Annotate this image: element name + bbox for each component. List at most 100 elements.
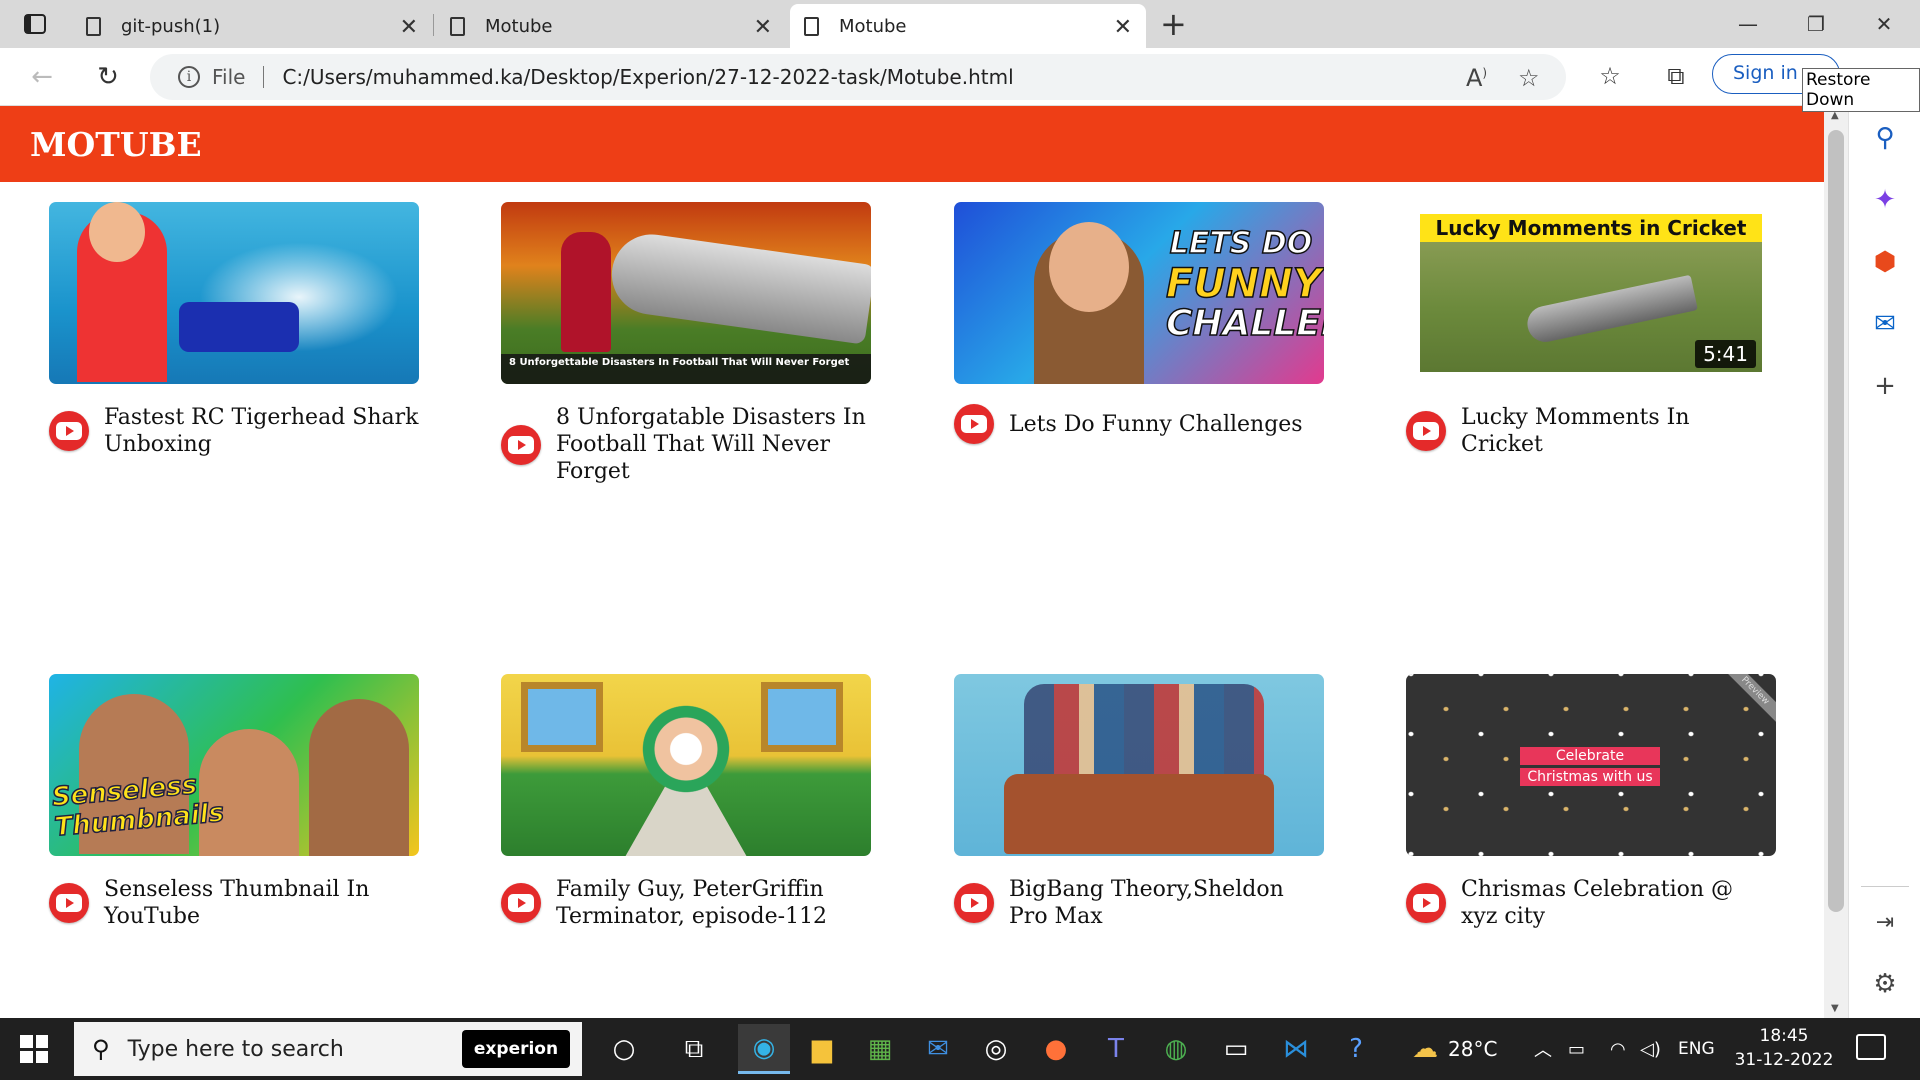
collections-icon[interactable]: ⧉ xyxy=(1658,58,1694,94)
tab-actions-icon xyxy=(24,14,46,34)
tab-git-push[interactable]: git-push(1) ✕ xyxy=(72,4,432,48)
mail-icon[interactable]: ✉ xyxy=(912,1024,964,1074)
sidebar-divider xyxy=(1861,886,1909,887)
back-icon[interactable]: ← xyxy=(22,58,62,96)
tab-actions-button[interactable] xyxy=(12,8,58,40)
close-window-icon[interactable]: ✕ xyxy=(1854,6,1914,42)
chrome-icon[interactable]: ◍ xyxy=(1150,1024,1202,1074)
notification-icon[interactable] xyxy=(1856,1034,1886,1060)
info-icon[interactable]: i xyxy=(178,66,200,88)
office-icon[interactable]: ⬢ xyxy=(1867,244,1903,280)
outlook-icon[interactable]: ✉ xyxy=(1867,306,1903,342)
add-favorite-icon[interactable]: ☆ xyxy=(1518,64,1540,92)
search-placeholder: Type here to search xyxy=(127,1036,344,1062)
battery-icon[interactable]: ▭ xyxy=(1568,1018,1585,1080)
video-thumbnail[interactable] xyxy=(954,674,1324,856)
task-view-icon[interactable]: ⧉ xyxy=(668,1024,720,1074)
video-title[interactable]: Fastest RC Tigerhead Shark Unboxing xyxy=(104,404,419,458)
restore-icon[interactable]: ❐ xyxy=(1786,6,1846,42)
search-icon[interactable]: ⚲ xyxy=(1867,120,1903,156)
windows-start-icon[interactable] xyxy=(20,1035,48,1063)
weather-temp: 28°C xyxy=(1448,1037,1498,1061)
page-icon xyxy=(450,16,465,36)
taskbar-search[interactable]: ⚲ Type here to search experion xyxy=(74,1022,582,1076)
video-card[interactable]: Family Guy, PeterGriffin Terminator, epi… xyxy=(501,674,871,930)
discover-icon[interactable]: ✦ xyxy=(1867,182,1903,218)
store-icon[interactable]: ▦ xyxy=(854,1024,906,1074)
video-card[interactable]: Lucky Momments in Cricket 5:41 Lucky Mom… xyxy=(1406,202,1776,458)
video-title[interactable]: Family Guy, PeterGriffin Terminator, epi… xyxy=(556,876,871,930)
video-thumbnail[interactable]: 8 Unforgettable Disasters In Football Th… xyxy=(501,202,871,384)
video-card[interactable]: LETS DO FUNNY CHALLENGES Lets Do Funny C… xyxy=(954,202,1324,444)
github-icon[interactable]: ◎ xyxy=(970,1024,1022,1074)
video-title[interactable]: Lets Do Funny Challenges xyxy=(1009,411,1303,438)
page-viewport: MOTUBE Fastest RC Tigerhead Shark Unboxi… xyxy=(0,106,1824,1018)
edge-sidebar: ⚲ ✦ ⬢ ✉ + ⇥ ⚙ xyxy=(1848,106,1920,1018)
tab-label: git-push(1) xyxy=(121,15,221,37)
video-thumbnail[interactable]: Celebrate Christmas with us Preview xyxy=(1406,674,1776,856)
video-title[interactable]: 8 Unforgatable Disasters In Football Tha… xyxy=(556,404,871,485)
clock-date: 31-12-2022 xyxy=(1734,1050,1834,1070)
volume-icon[interactable]: ◁) xyxy=(1640,1018,1661,1080)
page-icon xyxy=(86,16,101,36)
new-tab-icon[interactable]: + xyxy=(1160,6,1187,42)
close-tab-icon[interactable]: ✕ xyxy=(400,15,418,40)
video-thumbnail[interactable] xyxy=(501,674,871,856)
video-card[interactable]: Fastest RC Tigerhead Shark Unboxing xyxy=(49,202,419,458)
scroll-down-icon[interactable]: ▼ xyxy=(1831,1003,1839,1014)
language-indicator[interactable]: ENG xyxy=(1678,1018,1715,1080)
file-explorer-icon[interactable]: ▆ xyxy=(796,1024,848,1074)
close-tab-icon[interactable]: ✕ xyxy=(754,15,772,40)
taskbar-clock[interactable]: 18:45 31-12-2022 xyxy=(1724,1024,1844,1072)
restore-down-tooltip: Restore Down xyxy=(1802,68,1920,112)
wifi-icon[interactable]: ◠ xyxy=(1610,1018,1626,1080)
edge-icon[interactable]: ◉ xyxy=(738,1024,790,1074)
site-title[interactable]: MOTUBE xyxy=(30,125,202,164)
minimize-icon[interactable]: — xyxy=(1718,6,1778,42)
video-thumbnail[interactable]: Senseless Thumbnails xyxy=(49,674,419,856)
firefox-icon[interactable]: ● xyxy=(1030,1024,1082,1074)
page-scrollbar[interactable]: ▲ ▼ xyxy=(1824,106,1848,1018)
teams-icon[interactable]: T xyxy=(1090,1024,1142,1074)
site-header: MOTUBE xyxy=(0,106,1824,182)
settings-icon[interactable]: ⚙ xyxy=(1867,966,1903,1002)
video-card[interactable]: Celebrate Christmas with us Preview Chri… xyxy=(1406,674,1776,930)
page-icon xyxy=(804,16,819,36)
tab-label: Motube xyxy=(485,15,553,37)
youtube-icon xyxy=(954,883,994,923)
video-thumbnail[interactable]: LETS DO FUNNY CHALLENGES xyxy=(954,202,1324,384)
url-text[interactable]: C:/Users/muhammed.ka/Desktop/Experion/27… xyxy=(282,65,1013,89)
youtube-icon xyxy=(49,411,89,451)
tab-motube-1[interactable]: Motube ✕ xyxy=(436,4,786,48)
video-thumbnail[interactable] xyxy=(49,202,419,384)
scrollbar-thumb[interactable] xyxy=(1828,130,1844,912)
video-title[interactable]: Lucky Momments In Cricket xyxy=(1461,404,1776,458)
clock-time: 18:45 xyxy=(1759,1026,1809,1046)
add-icon[interactable]: + xyxy=(1867,368,1903,404)
cortana-icon[interactable]: ○ xyxy=(598,1024,650,1074)
video-thumbnail[interactable]: Lucky Momments in Cricket 5:41 xyxy=(1406,202,1776,384)
read-aloud-icon[interactable]: A) xyxy=(1466,64,1487,92)
weather-icon: ☁ xyxy=(1412,1034,1438,1064)
weather-widget[interactable]: ☁ 28°C xyxy=(1412,1018,1497,1080)
help-icon[interactable]: ? xyxy=(1330,1024,1382,1074)
video-title[interactable]: BigBang Theory,Sheldon Pro Max xyxy=(1009,876,1324,930)
search-icon: ⚲ xyxy=(92,1035,110,1063)
video-card[interactable]: 8 Unforgettable Disasters In Football Th… xyxy=(501,202,871,485)
address-bar[interactable]: i File C:/Users/muhammed.ka/Desktop/Expe… xyxy=(150,54,1566,100)
show-hidden-icons[interactable]: ︿ xyxy=(1534,1018,1552,1080)
favorites-icon[interactable]: ☆ xyxy=(1592,58,1628,94)
browser-toolbar: ← ↻ i File C:/Users/muhammed.ka/Desktop/… xyxy=(0,48,1920,106)
thumbnail-text: LETS DO FUNNY CHALLENGES xyxy=(1165,225,1324,344)
close-tab-icon[interactable]: ✕ xyxy=(1114,15,1132,40)
refresh-icon[interactable]: ↻ xyxy=(88,58,128,96)
terminal-icon[interactable]: ▭ xyxy=(1210,1024,1262,1074)
url-scheme: File xyxy=(212,65,246,89)
video-card[interactable]: BigBang Theory,Sheldon Pro Max xyxy=(954,674,1324,930)
video-title[interactable]: Chrismas Celebration @ xyz city xyxy=(1461,876,1776,930)
hide-sidebar-icon[interactable]: ⇥ xyxy=(1867,904,1903,940)
video-card[interactable]: Senseless Thumbnails Senseless Thumbnail… xyxy=(49,674,419,930)
vscode-icon[interactable]: ⋈ xyxy=(1270,1024,1322,1074)
tab-motube-active[interactable]: Motube ✕ xyxy=(790,4,1146,48)
video-title[interactable]: Senseless Thumbnail In YouTube xyxy=(104,876,419,930)
